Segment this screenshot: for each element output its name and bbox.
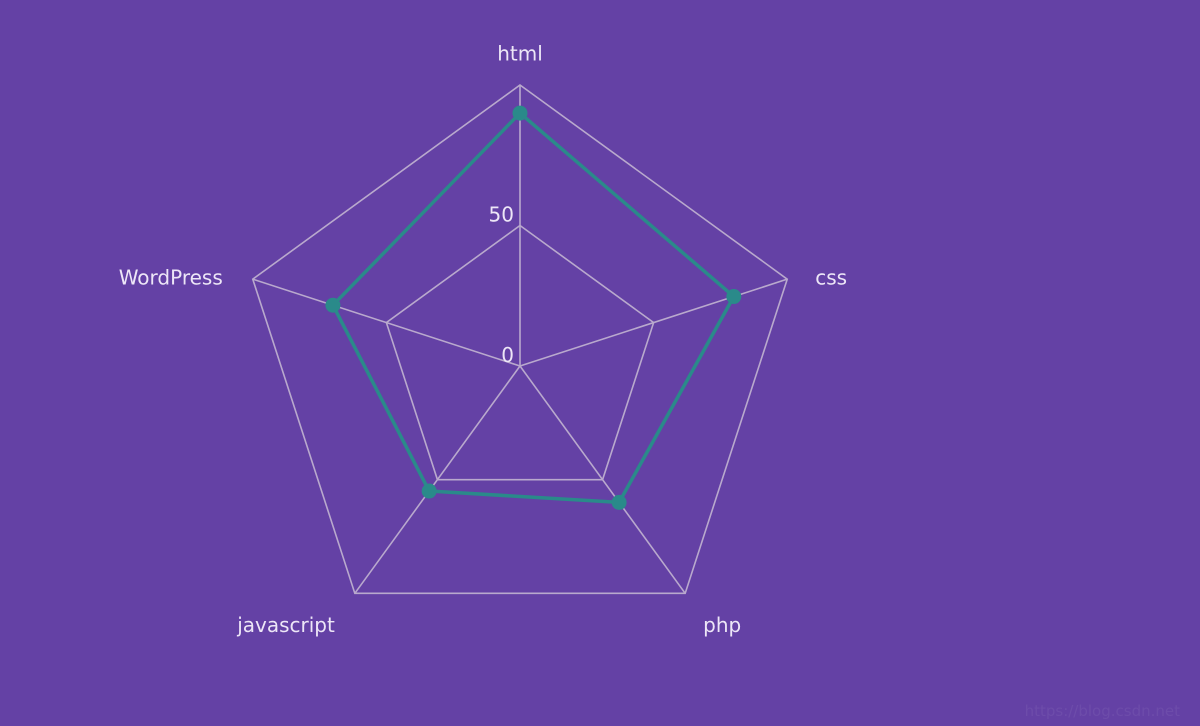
axis-label-wordpress: WordPress	[119, 266, 223, 290]
data-point-html	[512, 105, 528, 121]
radial-tick-label-0: 0	[501, 343, 514, 367]
axis-label-javascript: javascript	[236, 613, 335, 637]
axis-label-html: html	[497, 42, 543, 66]
radar-chart: 0 50 html css php javascript WordPress	[119, 42, 847, 637]
label-layer: 0 50 html css php javascript WordPress	[119, 42, 847, 637]
radial-tick-label-50: 50	[489, 203, 514, 227]
chart-container: 0 50 html css php javascript WordPress https:/…	[0, 0, 1200, 726]
axis-label-php: php	[703, 613, 741, 637]
series-0-line	[331, 111, 736, 505]
data-point-css	[726, 289, 742, 305]
radar-grid	[251, 84, 789, 595]
watermark: https://blog.csdn.net	[1024, 702, 1180, 720]
data-point-javascript	[421, 483, 437, 499]
series-layer	[325, 105, 742, 510]
spoke-css	[519, 278, 788, 367]
data-point-php	[611, 494, 627, 510]
axis-label-css: css	[815, 266, 847, 290]
spoke-wordpress	[252, 278, 521, 367]
data-point-wordpress	[325, 297, 341, 313]
